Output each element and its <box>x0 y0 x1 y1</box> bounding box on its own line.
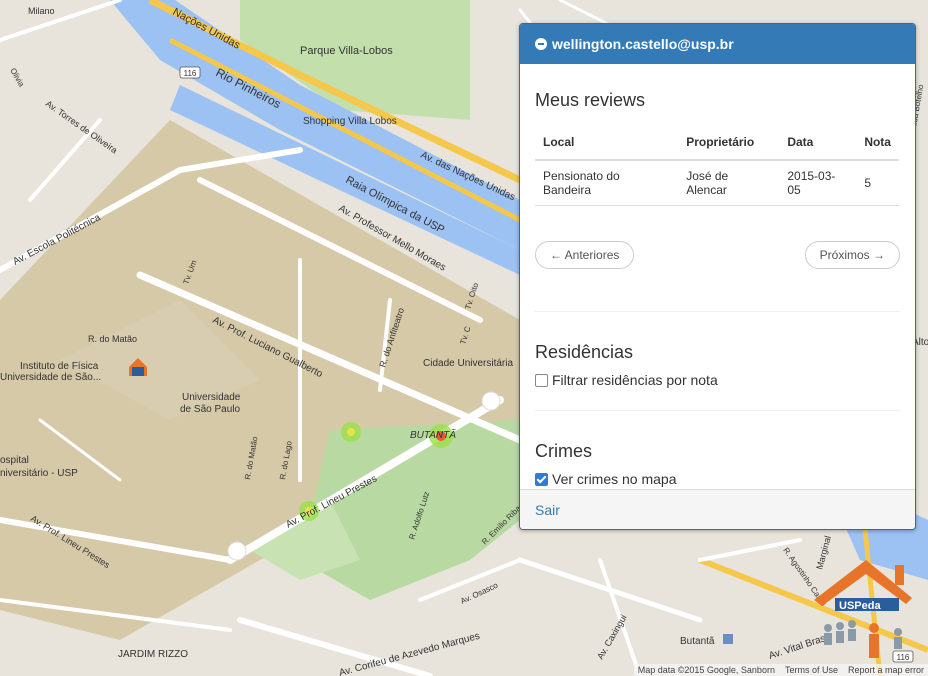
map-label: Universidade de São... <box>0 372 101 383</box>
map-label: de São Paulo <box>180 404 240 415</box>
app-root: 116 116 Nações Unidas Parque Villa-Lobos… <box>0 0 928 676</box>
map-label: Butantã <box>680 636 715 647</box>
panel-footer: Sair <box>520 489 915 529</box>
divider <box>535 311 900 312</box>
table-header-row: Local Proprietário Data Nota <box>535 125 899 161</box>
cell-local: Pensionato do Bandeira <box>535 160 679 206</box>
map-data-credit: Map data ©2015 Google, Sanborn <box>637 665 775 675</box>
map-label: BUTANTÃ <box>410 428 456 441</box>
logout-link[interactable]: Sair <box>535 502 560 518</box>
map-label: niversitário - USP <box>0 468 78 479</box>
reviews-table: Local Proprietário Data Nota Pensionato … <box>535 125 899 206</box>
cell-date: 2015-03-05 <box>779 160 857 206</box>
cell-rating: 5 <box>856 160 899 206</box>
user-panel: wellington.castello@usp.br Meus reviews … <box>519 23 916 530</box>
collapse-icon[interactable] <box>535 38 547 50</box>
user-email: wellington.castello@usp.br <box>552 36 734 52</box>
map-label: Instituto de Física <box>20 361 99 372</box>
crimes-heading: Crimes <box>535 441 592 461</box>
panel-body: Meus reviews Local Proprietário Data Not… <box>520 90 915 487</box>
map-label: Parque Villa-Lobos <box>300 45 393 57</box>
column-header: Data <box>779 125 857 161</box>
show-crimes-option[interactable]: Ver crimes no mapa <box>535 471 900 487</box>
cell-owner: José de Alencar <box>678 160 780 206</box>
map-label: Cidade Universitária <box>423 358 513 369</box>
map-label: Shopping Villa Lobos <box>303 116 397 127</box>
map-label: ospital <box>0 455 29 466</box>
map-label: Universidade <box>182 392 241 403</box>
map-label: Milano <box>28 6 55 16</box>
road-shield-116: 116 <box>184 69 197 78</box>
terms-of-use-link[interactable]: Terms of Use <box>785 665 838 675</box>
column-header: Nota <box>856 125 899 161</box>
reviews-heading: Meus reviews <box>535 90 646 110</box>
residences-heading: Residências <box>535 342 634 362</box>
filter-residences-checkbox[interactable] <box>535 373 548 387</box>
pager: ← Anteriores Próximos → <box>535 241 900 269</box>
map-attribution: Map data ©2015 Google, Sanborn Terms of … <box>633 664 928 676</box>
map-label: JARDIM RIZZO <box>118 649 188 660</box>
column-header: Proprietário <box>678 125 780 161</box>
next-page-button[interactable]: Próximos → <box>804 241 900 269</box>
road-shield-116: 116 <box>897 653 910 662</box>
divider <box>535 410 900 411</box>
residences-section: Residências Filtrar residências por nota <box>535 342 900 388</box>
show-crimes-checkbox[interactable] <box>535 472 548 486</box>
column-header: Local <box>535 125 679 161</box>
svg-text:USPeda: USPeda <box>839 600 881 612</box>
previous-page-button[interactable]: ← Anteriores <box>535 241 635 269</box>
filter-residences-label: Filtrar residências por nota <box>552 372 718 388</box>
filter-residences-option[interactable]: Filtrar residências por nota <box>535 372 900 388</box>
show-crimes-label: Ver crimes no mapa <box>552 471 677 487</box>
crimes-section: Crimes Ver crimes no mapa <box>535 441 900 487</box>
report-map-error-link[interactable]: Report a map error <box>848 665 924 675</box>
reviews-section: Meus reviews Local Proprietário Data Not… <box>535 90 900 269</box>
table-row[interactable]: Pensionato do Bandeira José de Alencar 2… <box>535 160 899 206</box>
panel-header[interactable]: wellington.castello@usp.br <box>520 24 915 64</box>
map-label: R. do Matão <box>88 334 137 344</box>
